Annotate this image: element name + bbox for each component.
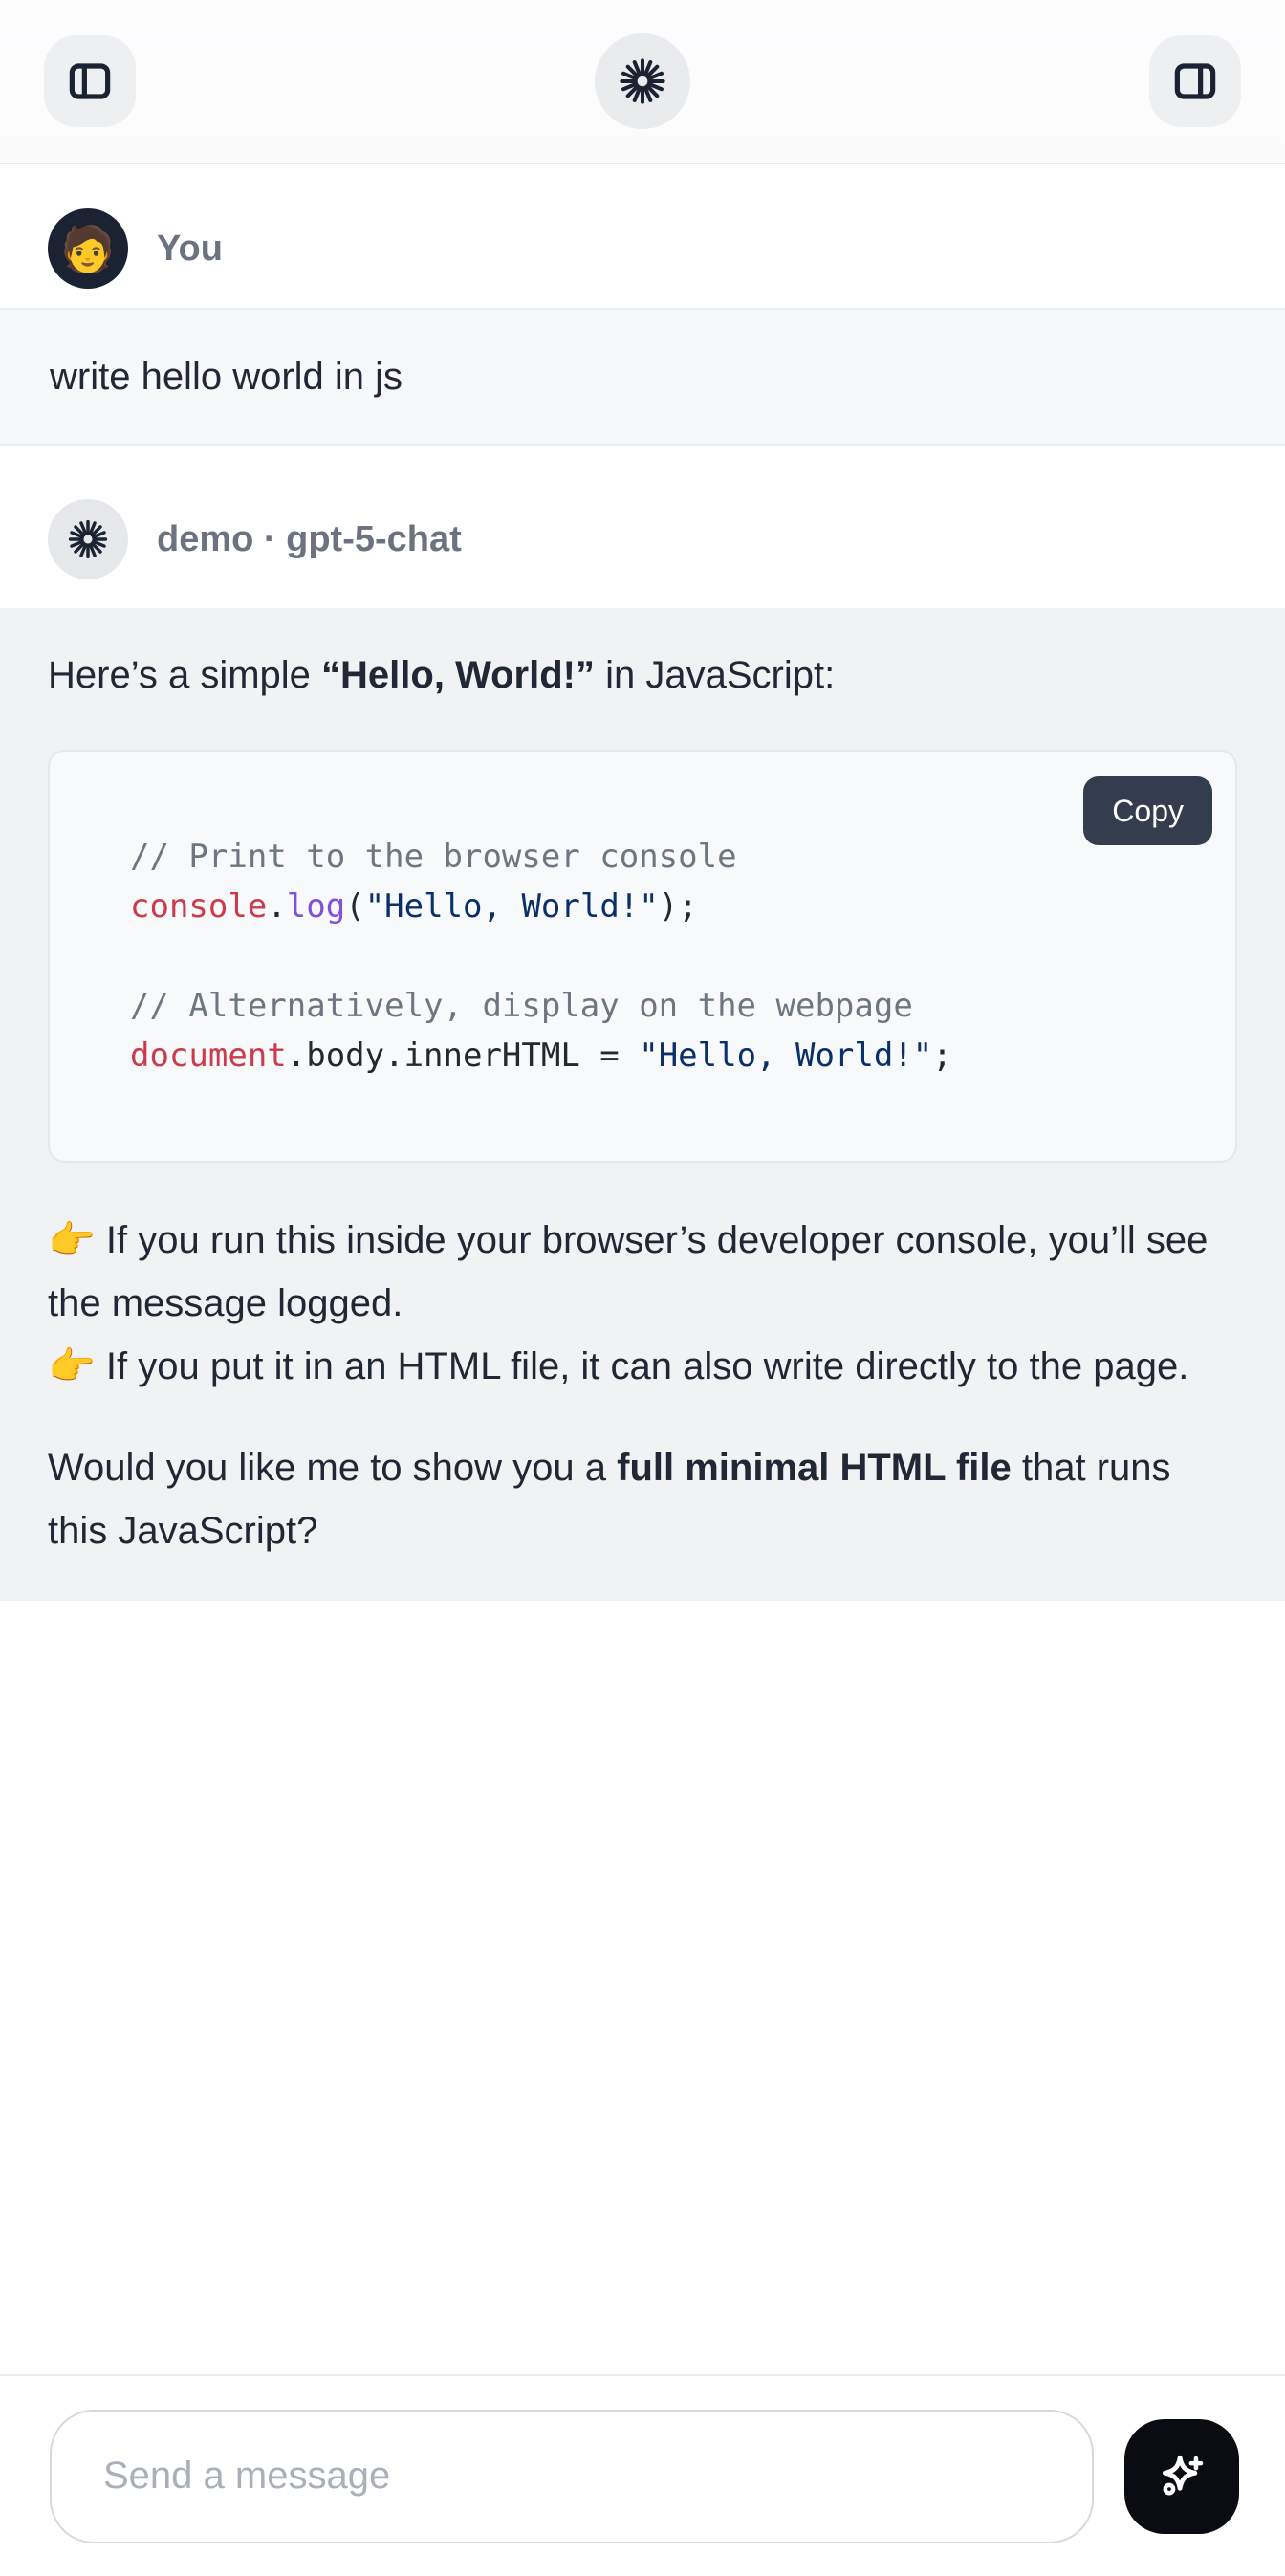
intro-paragraph: Here’s a simple “Hello, World!” in JavaS… (48, 644, 1237, 706)
copy-button[interactable]: Copy (1083, 776, 1212, 845)
code-block: Copy // Print to the browser console con… (48, 750, 1237, 1163)
followup-paragraph: Would you like me to show you a full min… (48, 1436, 1237, 1562)
chat-app: 🧑 You write hello world in js demo · gpt… (0, 0, 1285, 2576)
note-line: 👉 If you run this inside your browser’s … (48, 1209, 1237, 1335)
user-message-text: write hello world in js (0, 308, 1285, 446)
sparkle-icon (1151, 2446, 1212, 2507)
assistant-author-name: demo · gpt-5-chat (157, 519, 462, 560)
empty-scroll-area (0, 1601, 1285, 2374)
assistant-avatar (48, 499, 128, 579)
user-message: 🧑 You write hello world in js (0, 164, 1285, 446)
composer-bar (0, 2374, 1285, 2576)
code-content: // Print to the browser console console.… (130, 832, 1197, 1081)
top-bar (0, 0, 1285, 164)
panel-right-icon (1170, 56, 1220, 106)
send-button[interactable] (1124, 2419, 1239, 2534)
right-panel-toggle-button[interactable] (1149, 35, 1241, 127)
brand-button[interactable] (595, 33, 690, 129)
panel-left-icon (65, 56, 115, 106)
starburst-icon (66, 517, 110, 561)
user-author-name: You (157, 229, 223, 270)
intro-pre: Here’s a simple (48, 654, 321, 696)
notes-paragraph: 👉 If you run this inside your browser’s … (48, 1209, 1237, 1398)
sidebar-toggle-button[interactable] (44, 35, 136, 127)
user-avatar: 🧑 (48, 208, 128, 289)
intro-bold: “Hello, World!” (321, 654, 595, 696)
user-avatar-emoji: 🧑 (60, 227, 115, 271)
assistant-author-row: demo · gpt-5-chat (0, 446, 1285, 608)
note-line: 👉 If you put it in an HTML file, it can … (48, 1335, 1237, 1398)
followup-bold: full minimal HTML file (617, 1447, 1012, 1489)
user-author-row: 🧑 You (0, 164, 1285, 308)
starburst-icon (617, 55, 668, 107)
followup-pre: Would you like me to show you a (48, 1447, 617, 1489)
intro-post: in JavaScript: (595, 654, 835, 696)
message-input[interactable] (50, 2410, 1094, 2543)
assistant-message: demo · gpt-5-chat Here’s a simple “Hello… (0, 446, 1285, 1601)
assistant-message-body: Here’s a simple “Hello, World!” in JavaS… (0, 608, 1285, 1601)
